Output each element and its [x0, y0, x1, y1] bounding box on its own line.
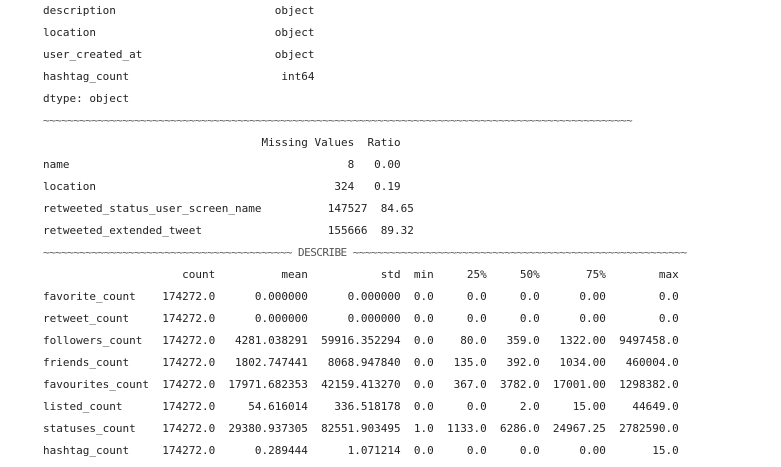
- dtype-footer: dtype: object: [43, 92, 130, 105]
- missing-values-header: Missing Values Ratio: [43, 136, 401, 149]
- describe-header: count mean std min 25% 50% 75% max: [43, 268, 679, 281]
- separator-line: ~~~~~~~~~~~~~~~~~~~~~~~~~~~~~~~~~~~~~~~~…: [43, 114, 633, 127]
- missing-row-location: location 324 0.19: [43, 180, 401, 193]
- describe-row-friends-count: friends_count 174272.0 1802.747441 8068.…: [43, 356, 679, 369]
- missing-row-retweeted-extended-tweet: retweeted_extended_tweet 155666 89.32: [43, 224, 414, 237]
- dtype-row-hashtag-count: hashtag_count int64: [43, 70, 315, 83]
- describe-row-hashtag-count: hashtag_count 174272.0 0.289444 1.071214…: [43, 444, 679, 457]
- describe-row-statuses-count: statuses_count 174272.0 29380.937305 825…: [43, 422, 679, 435]
- dtype-row-location: location object: [43, 26, 315, 39]
- missing-row-retweeted-status-user-screen-name: retweeted_status_user_screen_name 147527…: [43, 202, 414, 215]
- describe-row-favourites-count: favourites_count 174272.0 17971.682353 4…: [43, 378, 679, 391]
- missing-row-name: name 8 0.00: [43, 158, 401, 171]
- dtype-row-description: description object: [43, 4, 315, 17]
- dtype-row-user-created-at: user_created_at object: [43, 48, 315, 61]
- describe-row-retweet-count: retweet_count 174272.0 0.000000 0.000000…: [43, 312, 679, 325]
- describe-row-listed-count: listed_count 174272.0 54.616014 336.5181…: [43, 400, 679, 413]
- describe-row-favorite-count: favorite_count 174272.0 0.000000 0.00000…: [43, 290, 679, 303]
- describe-row-followers-count: followers_count 174272.0 4281.038291 599…: [43, 334, 679, 347]
- describe-separator: ~~~~~~~~~~~~~~~~~~~~~~~~~~~~~~~~~~~~~~~~…: [43, 246, 687, 259]
